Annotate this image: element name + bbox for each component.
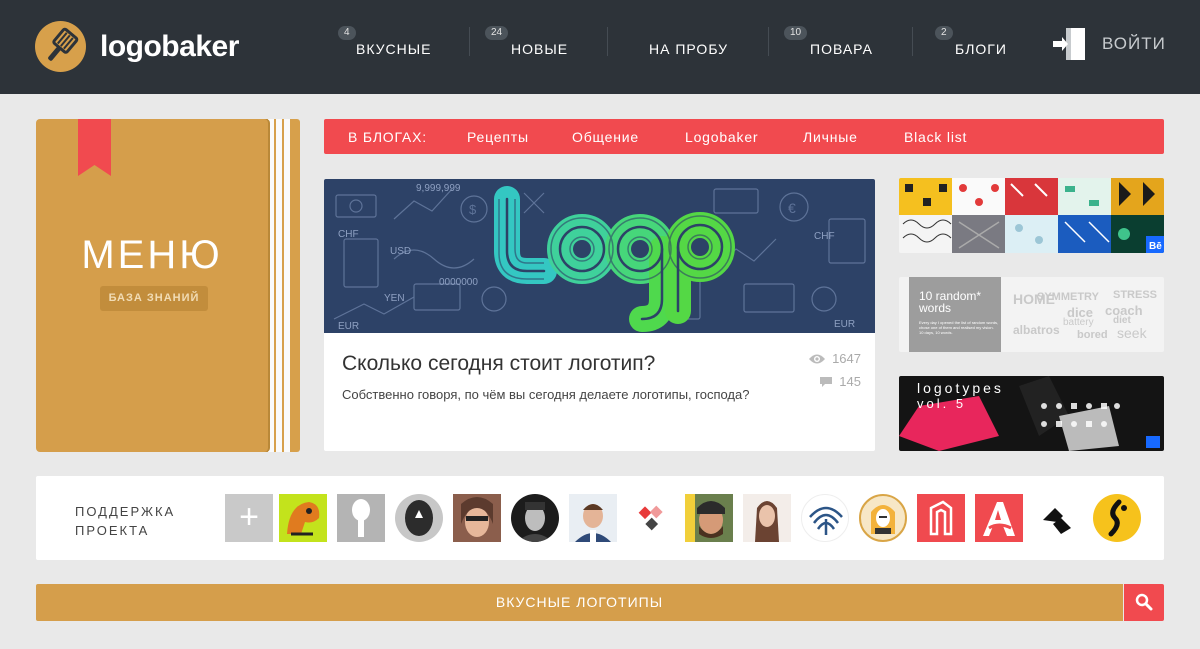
nav-divider <box>469 27 470 56</box>
thumb-pattern-collection[interactable]: Bē <box>899 178 1164 253</box>
tasty-logos-bar[interactable]: ВКУСНЫЕ ЛОГОТИПЫ <box>36 584 1123 621</box>
comments-value: 145 <box>839 374 861 389</box>
supporter-avatar[interactable] <box>627 494 675 542</box>
article-image: $ € CHF USD YEN EUR CHF EUR 9,999,999 0000000 <box>324 179 875 333</box>
supporter-avatar[interactable] <box>801 494 849 542</box>
menu-subtitle: БАЗА ЗНАНИЙ <box>100 286 208 311</box>
logotypes-volume: vol. 5 <box>917 396 967 411</box>
blog-link-recipes[interactable]: Рецепты <box>467 129 529 145</box>
svg-text:EUR: EUR <box>338 321 359 332</box>
site-logo[interactable]: logobaker <box>35 21 239 72</box>
random-words-text: Every day I opened the list of random wo… <box>919 320 999 335</box>
thumb-random-words[interactable]: 10 random* words Every day I opened the … <box>899 277 1164 352</box>
blog-link-personal[interactable]: Личные <box>803 129 858 145</box>
nav-label: ВКУСНЫЕ <box>356 41 432 57</box>
svg-text:YEN: YEN <box>384 293 405 304</box>
views-value: 1647 <box>832 351 861 366</box>
blog-link-talk[interactable]: Общение <box>572 129 639 145</box>
behance-icon: Bē <box>1149 241 1162 252</box>
comment-icon <box>820 376 833 387</box>
blogs-heading: В БЛОГАХ: <box>348 129 427 145</box>
supporter-avatar[interactable] <box>859 494 907 542</box>
blog-link-logobaker[interactable]: Logobaker <box>685 129 758 145</box>
login-icon <box>1053 28 1085 60</box>
support-panel: ПОДДЕРЖКА ПРОЕКТА + <box>36 476 1164 560</box>
supporter-avatar[interactable] <box>685 494 733 542</box>
logotypes-title: logotypes <box>917 380 1004 396</box>
svg-text:€: € <box>788 200 796 216</box>
login-button[interactable]: ВОЙТИ <box>1052 26 1166 62</box>
supporter-avatar[interactable] <box>743 494 791 542</box>
svg-text:9,999,999: 9,999,999 <box>416 183 461 194</box>
svg-text:EUR: EUR <box>834 319 855 330</box>
supporter-avatar[interactable] <box>975 494 1023 542</box>
article-excerpt: Собственно говоря, по чём вы сегодня дел… <box>342 387 750 402</box>
random-words-title: 10 random* words <box>919 289 982 315</box>
supporter-avatar[interactable] <box>279 494 327 542</box>
search-button[interactable] <box>1124 584 1164 621</box>
featured-article[interactable]: $ € CHF USD YEN EUR CHF EUR 9,999,999 0000000 <box>324 179 875 451</box>
comments-count: 145 <box>819 374 861 389</box>
nav-label: НОВЫЕ <box>511 41 569 57</box>
supporter-avatar[interactable] <box>395 494 443 542</box>
supporter-avatar[interactable] <box>1033 494 1081 542</box>
nav-divider <box>607 27 608 56</box>
nav-badge: 10 <box>784 26 808 40</box>
eye-icon <box>809 354 826 363</box>
svg-text:$: $ <box>469 202 477 217</box>
nav-label: НА ПРОБУ <box>649 41 729 57</box>
supporter-avatar[interactable] <box>569 494 617 542</box>
nav-badge: 2 <box>935 26 953 40</box>
random-words-cover: 10 random* words Every day I opened the … <box>909 277 1001 352</box>
menu-title: МЕНЮ <box>81 233 223 277</box>
search-icon <box>1135 593 1153 611</box>
nav-divider <box>912 27 913 56</box>
blog-link-blacklist[interactable]: Black list <box>904 129 967 145</box>
svg-text:CHF: CHF <box>814 231 835 242</box>
blogs-bar: В БЛОГАХ: Рецепты Общение Logobaker Личн… <box>324 119 1164 154</box>
svg-text:0000000: 0000000 <box>439 277 478 288</box>
nav-divider <box>768 27 769 56</box>
article-title[interactable]: Сколько сегодня стоит логотип? <box>342 352 655 376</box>
nav-badge: 24 <box>485 26 509 40</box>
supporter-avatar[interactable] <box>1093 494 1141 542</box>
supporter-avatar[interactable] <box>511 494 559 542</box>
nav-label: БЛОГИ <box>955 41 1007 57</box>
thumb-logotypes-vol5[interactable]: logotypes vol. 5 <box>899 376 1164 451</box>
views-count: 1647 <box>808 351 861 366</box>
add-supporter-button[interactable]: + <box>225 494 273 542</box>
nav-label: ПОВАРА <box>810 41 873 57</box>
menu-book[interactable]: МЕНЮ БАЗА ЗНАНИЙ <box>36 119 268 452</box>
logo-text: logobaker <box>100 29 239 63</box>
supporter-avatar[interactable] <box>453 494 501 542</box>
supporter-avatar[interactable] <box>917 494 965 542</box>
svg-text:USD: USD <box>390 246 411 257</box>
login-label: ВОЙТИ <box>1102 34 1166 53</box>
whisk-icon <box>35 21 86 72</box>
top-header: logobaker 4 ВКУСНЫЕ 24 НОВЫЕ НА ПРОБУ 10… <box>0 0 1200 94</box>
nav-badge: 4 <box>338 26 356 40</box>
svg-text:CHF: CHF <box>338 229 359 240</box>
supporter-avatar[interactable] <box>337 494 385 542</box>
bookmark-icon <box>78 119 111 176</box>
random-words-list: HOME SYMMETRY STRESS dice coach albatros… <box>1013 289 1158 341</box>
support-label: ПОДДЕРЖКА ПРОЕКТА <box>75 504 176 538</box>
